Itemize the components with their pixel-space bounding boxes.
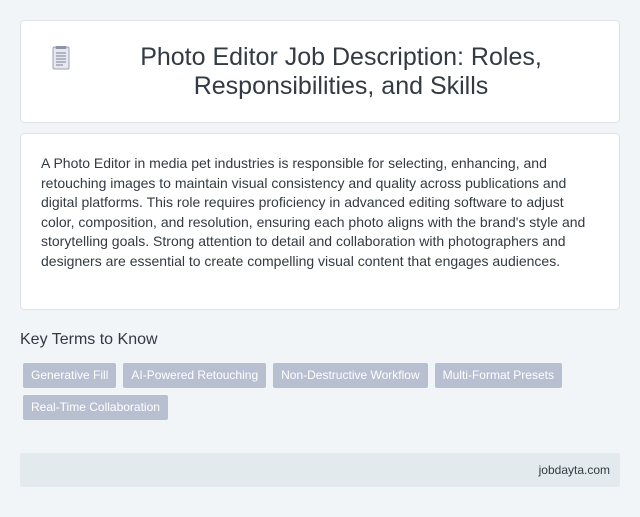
tag-ai-powered-retouching[interactable]: AI-Powered Retouching <box>123 363 267 388</box>
title-card: Photo Editor Job Description: Roles, Res… <box>20 20 620 123</box>
tag-generative-fill[interactable]: Generative Fill <box>23 363 117 388</box>
page: Photo Editor Job Description: Roles, Res… <box>0 0 640 517</box>
title-wrap: Photo Editor Job Description: Roles, Res… <box>21 43 619 101</box>
key-terms-tags: Generative Fill AI-Powered Retouching No… <box>23 363 613 420</box>
tag-non-destructive-workflow[interactable]: Non-Destructive Workflow <box>273 363 428 388</box>
footer-site-link[interactable]: jobdayta.com <box>539 463 610 477</box>
footer: jobdayta.com <box>20 453 620 487</box>
description-card: A Photo Editor in media pet industries i… <box>20 133 620 310</box>
description-text: A Photo Editor in media pet industries i… <box>41 155 586 269</box>
key-terms-title: Key Terms to Know <box>20 331 158 348</box>
tag-multi-format-presets[interactable]: Multi-Format Presets <box>434 363 562 388</box>
page-title: Photo Editor Job Description: Roles, Res… <box>140 42 542 100</box>
document-icon <box>52 45 70 69</box>
tag-real-time-collaboration[interactable]: Real-Time Collaboration <box>23 395 168 420</box>
